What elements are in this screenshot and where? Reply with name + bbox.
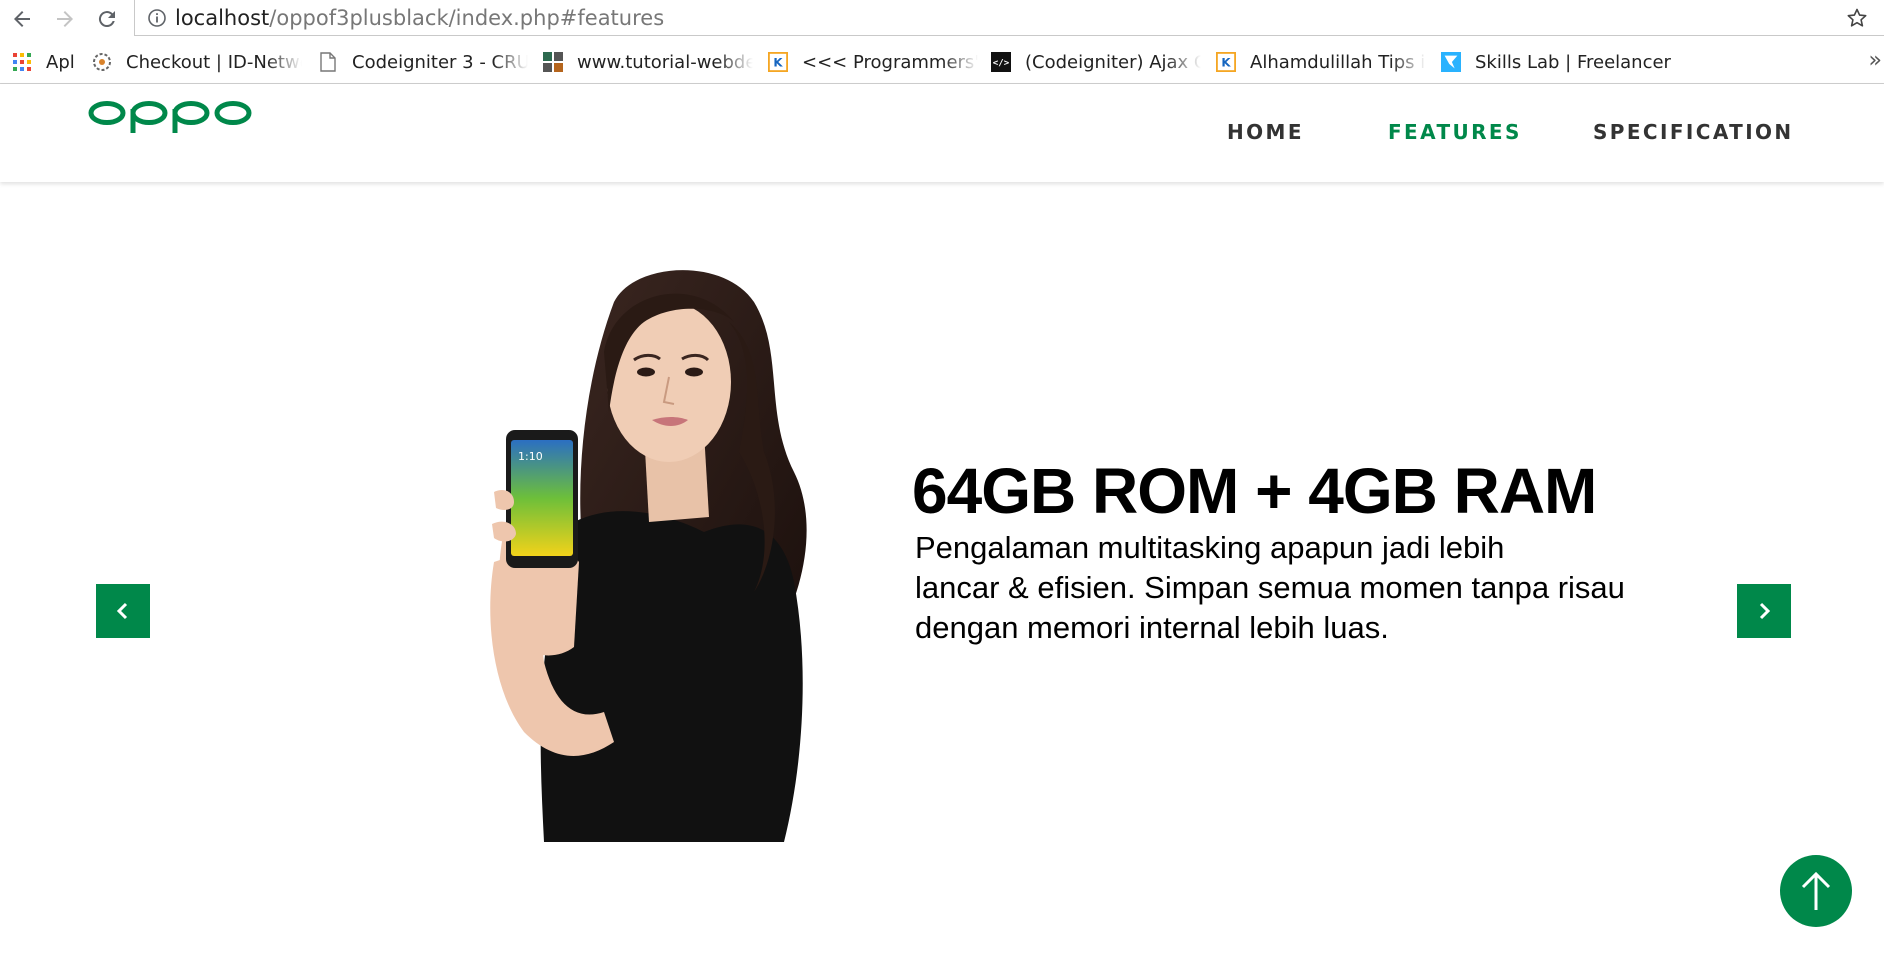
back-button[interactable]	[9, 6, 35, 32]
bookmark-ajax-crud[interactable]: </> (Codeigniter) Ajax CR	[991, 44, 1201, 80]
k-favicon-icon: K	[768, 52, 788, 72]
site-header: oppo HOME FEATURES SPECIFICATION	[0, 84, 1884, 182]
arrow-up-icon	[1801, 871, 1831, 910]
scroll-to-top-button[interactable]	[1780, 855, 1852, 927]
arrow-left-icon	[14, 11, 30, 27]
nav-features[interactable]: FEATURES	[1388, 120, 1522, 144]
bookmark-star-icon[interactable]	[1845, 6, 1869, 30]
nav-specification[interactable]: SPECIFICATION	[1593, 120, 1794, 144]
bookmark-tutorial-webdes[interactable]: www.tutorial-webdes	[543, 44, 753, 80]
arrow-right-icon	[57, 11, 73, 27]
bookmarks-bar: Apl Checkout | ID-Netwo Codeigniter 3 - …	[0, 44, 1884, 80]
more-bookmarks-button[interactable]: »	[1869, 48, 1882, 73]
slide-description: Pengalaman multitasking apapun jadi lebi…	[915, 528, 1675, 648]
carousel-prev-button[interactable]	[96, 584, 150, 638]
nav-home[interactable]: HOME	[1227, 120, 1304, 144]
page-icon	[318, 52, 338, 72]
address-bar[interactable]: localhost/oppof3plusblack/index.php#feat…	[134, 0, 1884, 36]
apps-grid-icon	[12, 52, 32, 72]
bookmark-label: <<< Programmers' T	[802, 51, 978, 73]
slide-description-line: Pengalaman multitasking apapun jadi lebi…	[915, 530, 1505, 565]
phone-time: 1:10	[518, 450, 543, 463]
bookmark-label: (Codeigniter) Ajax CR	[1025, 51, 1201, 73]
svg-text:</>: </>	[993, 59, 1010, 69]
bookmark-programmers[interactable]: K <<< Programmers' T	[768, 44, 978, 80]
model-with-phone-image: 1:10	[490, 270, 807, 842]
bookmark-label: Apl	[46, 51, 75, 73]
bookmark-label: Alhamdulillah Tips ini	[1250, 51, 1426, 73]
code-favicon-icon: </>	[991, 52, 1011, 72]
bookmark-skills-lab[interactable]: Skills Lab | Freelancer	[1441, 44, 1681, 80]
bookmark-label: Codeigniter 3 - CRUD	[352, 51, 528, 73]
svg-text:K: K	[1221, 56, 1231, 70]
url-host: localhost	[175, 6, 270, 30]
tutorial-favicon-icon	[543, 52, 563, 72]
forward-button[interactable]	[52, 6, 78, 32]
bookmark-codeigniter-crud[interactable]: Codeigniter 3 - CRUD	[318, 44, 528, 80]
svg-text:K: K	[773, 56, 783, 70]
chevron-right-icon	[1759, 602, 1771, 620]
bookmark-apps[interactable]: Apl	[12, 44, 75, 80]
slide-description-line: lancar & efisien. Simpan semua momen tan…	[915, 570, 1625, 605]
slide-title: 64GB ROM + 4GB RAM	[912, 455, 1597, 527]
carousel-next-button[interactable]	[1737, 584, 1791, 638]
url-text: localhost/oppof3plusblack/index.php#feat…	[175, 6, 664, 30]
chevron-left-icon	[116, 602, 128, 620]
url-path: /oppof3plusblack/index.php#features	[269, 6, 665, 30]
bookmark-checkout[interactable]: Checkout | ID-Netwo	[92, 44, 302, 80]
bookmark-alhamdulillah-tips[interactable]: K Alhamdulillah Tips ini	[1216, 44, 1426, 80]
bookmark-label: Skills Lab | Freelancer	[1475, 51, 1671, 73]
reload-button[interactable]	[94, 6, 120, 32]
bookmark-label: www.tutorial-webdes	[577, 51, 753, 73]
freelancer-favicon-icon	[1441, 52, 1461, 72]
browser-toolbar: localhost/oppof3plusblack/index.php#feat…	[0, 0, 1884, 36]
slide-description-line: dengan memori internal lebih luas.	[915, 610, 1389, 645]
k-favicon-icon: K	[1216, 52, 1236, 72]
bookmark-label: Checkout | ID-Netwo	[126, 51, 302, 73]
checkout-favicon-icon	[92, 52, 112, 72]
oppo-logo[interactable]: oppo	[88, 100, 252, 138]
info-icon[interactable]	[147, 8, 167, 28]
reload-icon	[98, 11, 115, 28]
